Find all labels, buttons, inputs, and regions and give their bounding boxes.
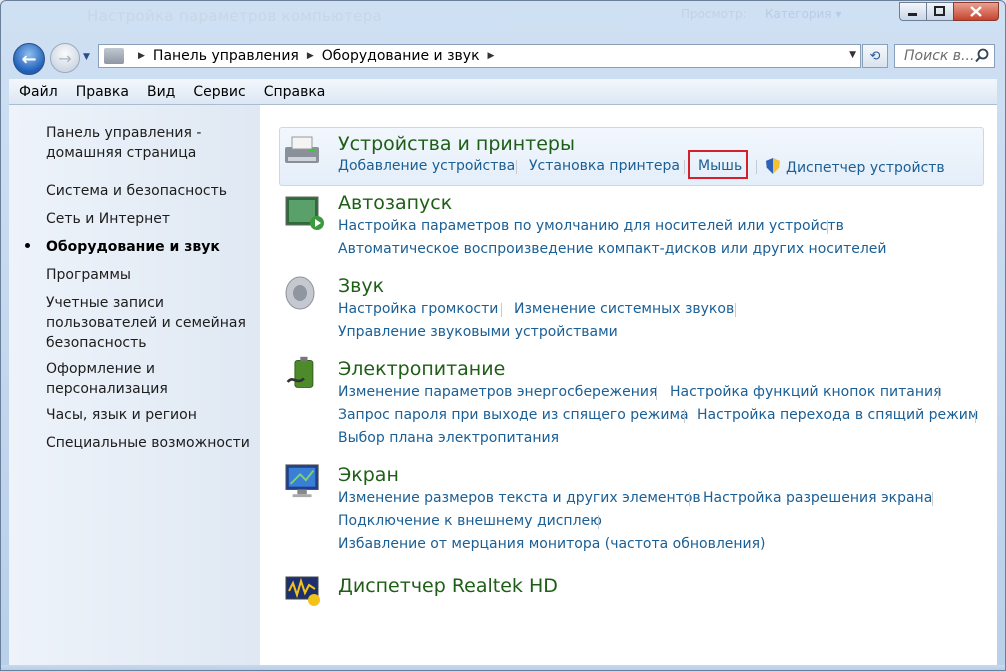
audio-devices-link[interactable]: Управление звуковыми устройствами (338, 324, 618, 340)
sidebar: Панель управления - домашняя страница Си… (9, 105, 260, 665)
sleep-settings-link[interactable]: Настройка перехода в спящий режим (697, 407, 978, 423)
text-size-link[interactable]: Изменение размеров текста и других элеме… (338, 490, 701, 506)
minimize-glyph (908, 12, 917, 16)
refresh-button[interactable]: ⟲ (862, 44, 888, 68)
realtek-title[interactable]: Диспетчер Realtek HD (338, 575, 558, 597)
power-battery-icon[interactable] (282, 355, 324, 391)
close-icon[interactable] (953, 2, 999, 21)
minimize-icon[interactable] (899, 2, 927, 21)
devices-title[interactable]: Устройства и принтеры (338, 133, 575, 155)
link-separator (684, 409, 685, 423)
link-separator (656, 386, 657, 400)
device-manager-label: Диспетчер устройств (786, 160, 945, 176)
sidebar-item-security[interactable]: Система и безопасность (46, 181, 256, 201)
menu-edit[interactable]: Правка (66, 84, 137, 100)
search-placeholder: Поиск в... (904, 48, 975, 64)
current-bullet-icon (25, 243, 30, 248)
wake-password-link[interactable]: Запрос пароля при выходе из спящего режи… (338, 407, 689, 423)
power-saving-link[interactable]: Изменение параметров энергосбережения (338, 384, 657, 400)
refresh-rate-link[interactable]: Избавление от мерцания монитора (частота… (338, 536, 766, 552)
forward-button[interactable]: → (50, 43, 80, 73)
link-separator (756, 160, 757, 174)
display-title[interactable]: Экран (338, 464, 399, 486)
menu-view[interactable]: Вид (137, 84, 183, 100)
breadcrumb-separator-icon[interactable]: ▶ (307, 51, 314, 61)
link-separator (684, 160, 685, 174)
device-manager-link[interactable]: Диспетчер устройств (766, 158, 945, 176)
view-by-label: Просмотр: (681, 7, 747, 21)
external-display-link[interactable]: Подключение к внешнему дисплею (338, 513, 602, 529)
sidebar-item-appearance-line2[interactable]: персонализация (46, 379, 256, 399)
autoplay-cd-link[interactable]: Автоматическое воспроизведение компакт-д… (338, 241, 887, 257)
sidebar-item-accessibility[interactable]: Специальные возможности (46, 433, 256, 453)
link-separator (501, 303, 502, 317)
sidebar-item-appearance-line1[interactable]: Оформление и (46, 359, 256, 379)
forward-arrow-icon: → (58, 48, 72, 68)
sidebar-item-clock[interactable]: Часы, язык и регион (46, 405, 256, 425)
address-bar[interactable]: ▶ Панель управления ▶ Оборудование и зву… (98, 44, 861, 68)
add-device-link[interactable]: Добавление устройства (338, 158, 515, 174)
sidebar-item-accounts-line1[interactable]: Учетные записи (46, 293, 256, 313)
power-plan-link[interactable]: Выбор плана электропитания (338, 430, 559, 446)
breadcrumb-hardware-sound[interactable]: Оборудование и звук (322, 48, 480, 64)
close-glyph (970, 6, 982, 17)
monitor-icon[interactable] (282, 463, 324, 499)
window-title: Настройка параметров компьютера (87, 7, 383, 25)
speaker-icon[interactable] (282, 275, 324, 311)
breadcrumb-separator-icon[interactable]: ▶ (488, 51, 495, 61)
power-title[interactable]: Электропитание (338, 358, 505, 380)
link-separator (735, 303, 736, 317)
magnifier-glyph (975, 48, 989, 63)
breadcrumb-control-panel[interactable]: Панель управления (153, 48, 299, 64)
control-panel-icon (104, 48, 124, 64)
maximize-glyph (934, 6, 945, 16)
autoplay-defaults-link[interactable]: Настройка параметров по умолчанию для но… (338, 218, 844, 234)
power-buttons-link[interactable]: Настройка функций кнопок питания (670, 384, 942, 400)
back-button[interactable]: ← (13, 43, 45, 75)
menu-bar: Файл Правка Вид Сервис Справка (9, 79, 997, 105)
system-sounds-link[interactable]: Изменение системных звуков (514, 301, 734, 317)
search-input[interactable]: Поиск в... (894, 44, 995, 68)
sidebar-item-hardware[interactable]: Оборудование и звук (46, 237, 256, 257)
back-arrow-icon: ← (21, 48, 37, 70)
refresh-icon: ⟲ (869, 48, 881, 64)
sidebar-home-link-line2[interactable]: домашняя страница (46, 143, 256, 163)
autoplay-title[interactable]: Автозапуск (338, 192, 452, 214)
sidebar-item-accounts-line3[interactable]: безопасность (46, 333, 256, 353)
address-dropdown-icon[interactable]: ▼ (849, 50, 856, 60)
sidebar-home-link-line1[interactable]: Панель управления - (46, 123, 256, 143)
autoplay-icon[interactable] (284, 195, 326, 231)
history-dropdown-icon[interactable]: ▼ (83, 52, 90, 62)
link-separator (827, 220, 828, 234)
link-separator (932, 492, 933, 506)
control-panel-window: Настройка параметров компьютера Просмотр… (0, 0, 1006, 671)
printer-icon[interactable] (282, 133, 324, 169)
menu-file[interactable]: Файл (9, 84, 66, 100)
title-bar: Настройка параметров компьютера Просмотр… (1, 1, 1005, 37)
link-separator (975, 409, 976, 423)
uac-shield-icon (766, 158, 780, 174)
sidebar-item-network[interactable]: Сеть и Интернет (46, 209, 256, 229)
link-separator (516, 160, 517, 174)
link-separator (689, 492, 690, 506)
mouse-link-highlight-box (688, 150, 748, 179)
menu-tools[interactable]: Сервис (183, 84, 253, 100)
sidebar-item-programs[interactable]: Программы (46, 265, 256, 285)
search-icon[interactable] (975, 48, 989, 67)
volume-link[interactable]: Настройка громкости (338, 301, 498, 317)
main-content: Устройства и принтеры Добавление устройс… (260, 105, 997, 665)
sound-title[interactable]: Звук (338, 275, 384, 297)
view-by-value[interactable]: Категория ▾ (765, 7, 841, 21)
window-controls (899, 2, 999, 21)
install-printer-link[interactable]: Установка принтера (529, 158, 680, 174)
link-separator (938, 386, 939, 400)
realtek-audio-icon[interactable] (284, 573, 326, 609)
maximize-icon[interactable] (926, 2, 954, 21)
menu-help[interactable]: Справка (254, 84, 334, 100)
resolution-link[interactable]: Настройка разрешения экрана (703, 490, 932, 506)
window-bottom-frame (1, 665, 1005, 670)
link-separator (598, 515, 599, 529)
sidebar-item-accounts-line2[interactable]: пользователей и семейная (46, 313, 256, 333)
breadcrumb-separator-icon[interactable]: ▶ (138, 51, 145, 61)
